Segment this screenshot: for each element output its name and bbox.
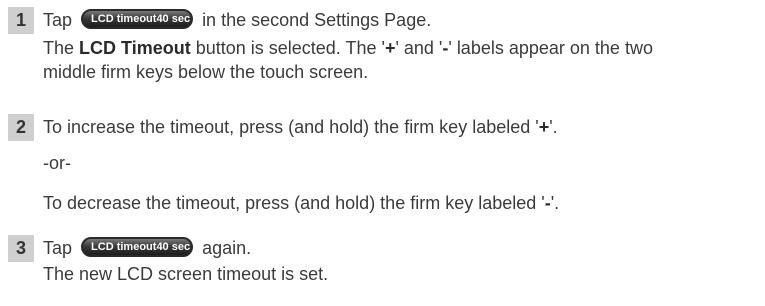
lcd-timeout-button[interactable]: LCD timeout 40 sec: [81, 237, 194, 258]
step-text: To increase the timeout, press (and hold…: [43, 117, 539, 137]
step-text: ' labels appear on the two: [448, 38, 653, 58]
step-text: ' and ': [395, 38, 443, 58]
step-text: '.: [550, 193, 560, 213]
step-number: 1: [8, 7, 34, 34]
step-2-or: -or-: [43, 153, 71, 173]
step-1-instruction: Tap LCD timeout 40 sec in the second Set…: [43, 8, 431, 32]
button-label: LCD timeout: [91, 13, 157, 26]
step-text: again.: [202, 238, 252, 258]
step-text: '.: [549, 117, 558, 137]
emphasis: +: [384, 38, 396, 58]
step-1-result-cont: middle firm keys below the touch screen.: [43, 62, 369, 82]
emphasis: LCD Timeout: [79, 38, 191, 58]
emphasis: +: [538, 117, 550, 137]
button-value: 40 sec: [156, 13, 191, 26]
button-value: 40 sec: [156, 241, 191, 254]
step-number: 3: [8, 235, 34, 262]
step-1-result: The LCD Timeout button is selected. The …: [43, 36, 653, 60]
step-number: 2: [8, 114, 34, 141]
step-2-decrease: To decrease the timeout, press (and hold…: [43, 191, 559, 215]
step-text: Tap: [43, 10, 73, 30]
lcd-timeout-button[interactable]: LCD timeout 40 sec: [81, 9, 194, 30]
step-3-instruction: Tap LCD timeout 40 sec again.: [43, 236, 251, 260]
step-text: To decrease the timeout, press (and hold…: [43, 193, 545, 213]
step-2-increase: To increase the timeout, press (and hold…: [43, 115, 558, 139]
step-text: in the second Settings Page.: [202, 10, 432, 30]
step-text: button is selected. The ': [190, 38, 385, 58]
step-3-result: The new LCD screen timeout is set.: [43, 264, 329, 284]
step-text: Tap: [43, 238, 73, 258]
button-label: LCD timeout: [91, 241, 157, 254]
step-text: The: [43, 38, 80, 58]
